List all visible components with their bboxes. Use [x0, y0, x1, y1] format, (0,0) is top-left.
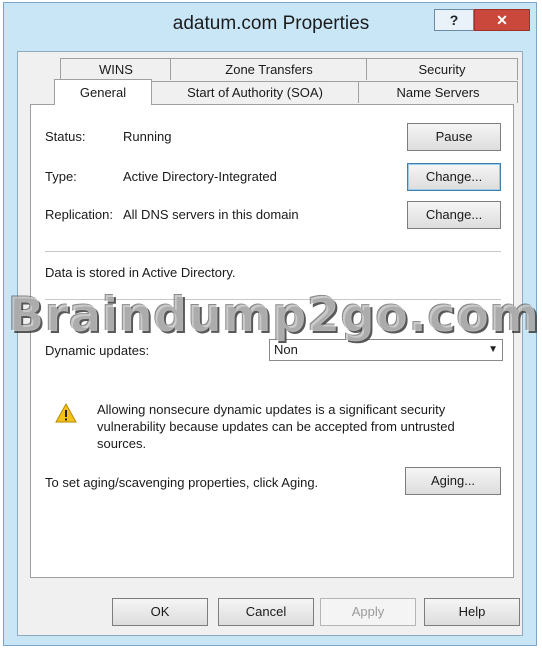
type-value: Active Directory-Integrated — [123, 169, 277, 184]
chevron-down-icon: ▼ — [488, 344, 498, 355]
tab-wins[interactable]: WINS — [60, 58, 172, 80]
replication-label: Replication: — [45, 207, 113, 222]
type-label: Type: — [45, 169, 77, 184]
close-button[interactable]: ✕ — [474, 9, 530, 31]
status-value: Running — [123, 129, 172, 144]
dialog-client-area: WINS Zone Transfers Security General Sta… — [17, 51, 523, 636]
tab-name-servers[interactable]: Name Servers — [358, 81, 518, 103]
aging-text: To set aging/scavenging properties, clic… — [45, 475, 319, 490]
separator — [45, 251, 501, 252]
dynamic-updates-label: Dynamic updates: — [45, 343, 150, 358]
apply-button[interactable]: Apply — [320, 598, 416, 626]
pause-button[interactable]: Pause — [407, 123, 501, 151]
warning-icon — [55, 403, 77, 423]
tab-general[interactable]: General — [54, 79, 152, 105]
separator — [45, 299, 501, 300]
dynamic-updates-select[interactable]: Non ▼ — [269, 339, 503, 361]
change-type-button[interactable]: Change... — [407, 163, 501, 191]
warning-text: Allowing nonsecure dynamic updates is a … — [97, 402, 455, 451]
tab-security[interactable]: Security — [366, 58, 518, 80]
dynamic-updates-value: Non — [274, 342, 298, 357]
storage-text: Data is stored in Active Directory. — [45, 265, 236, 280]
general-tab-panel: Status: Running Pause Type: Active Direc… — [30, 104, 514, 578]
tab-zone-transfers[interactable]: Zone Transfers — [170, 58, 368, 80]
help-title-button[interactable]: ? — [434, 9, 474, 31]
replication-value: All DNS servers in this domain — [123, 207, 299, 222]
aging-button[interactable]: Aging... — [405, 467, 501, 495]
dialog-window: adatum.com Properties ? ✕ WINS Zone Tran… — [3, 2, 537, 646]
cancel-button[interactable]: Cancel — [218, 598, 314, 626]
change-replication-button[interactable]: Change... — [407, 201, 501, 229]
ok-button[interactable]: OK — [112, 598, 208, 626]
status-label: Status: — [45, 129, 86, 144]
help-button[interactable]: Help — [424, 598, 520, 626]
tab-soa[interactable]: Start of Authority (SOA) — [150, 81, 360, 103]
